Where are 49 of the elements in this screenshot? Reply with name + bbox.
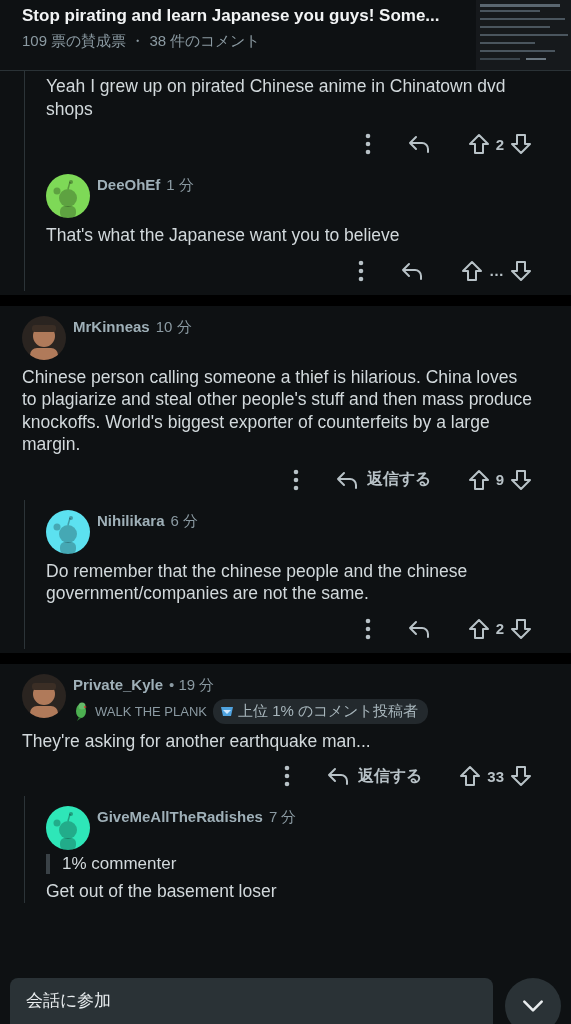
username[interactable]: MrKinneas xyxy=(73,317,150,335)
downvote-icon[interactable] xyxy=(509,616,533,641)
upvote-icon[interactable] xyxy=(466,132,491,156)
vote-count: 9 xyxy=(495,471,504,488)
avatar-icon[interactable] xyxy=(46,509,90,554)
username[interactable]: Nihilikara xyxy=(97,511,165,529)
comment-time: 1 分 xyxy=(166,176,194,195)
upvote-icon[interactable] xyxy=(466,616,491,641)
vote-count: 2 xyxy=(495,135,504,153)
username[interactable]: DeeOhEf xyxy=(97,176,161,193)
avatar-icon[interactable] xyxy=(46,174,90,218)
downvote-icon[interactable] xyxy=(509,258,533,283)
upvote-icon[interactable] xyxy=(466,467,491,492)
downvote-icon[interactable] xyxy=(509,132,533,156)
post-stats: 109 票の賛成票 ・ 38 件のコメント xyxy=(22,32,262,51)
post-title: Stop pirating and learn Japanese you guys! Some... xyxy=(22,5,440,26)
avatar-icon[interactable] xyxy=(46,806,90,850)
more-options-icon[interactable] xyxy=(284,765,291,787)
username[interactable]: Private_Kyle xyxy=(73,675,164,693)
bird-icon xyxy=(73,701,89,721)
comment-text: Chinese person calling someone a thief is hilarious. China loves to plagiarize and steal other people's stuff and then mass produce knockoffs. World's biggest exporter of counterfeits by a large margin. xyxy=(22,365,533,456)
more-options-icon[interactable] xyxy=(358,259,364,282)
reply-button[interactable]: 返信する xyxy=(326,764,423,788)
upvote-icon[interactable] xyxy=(460,258,484,283)
comment-text: Do remember that the chinese people and the chinese government/companies are not the same. xyxy=(46,559,469,605)
comment-text: Yeah I grew up on pirated Chinese anime in Chinatown dvd shops xyxy=(46,75,507,120)
comment-text: They're asking for another earthquake man... xyxy=(22,729,372,752)
more-options-icon[interactable] xyxy=(364,617,371,640)
vote-count: 33 xyxy=(487,767,504,785)
achievement-badge[interactable]: 上位 1% のコメント投稿者 xyxy=(213,698,428,724)
scroll-down-button[interactable] xyxy=(505,978,561,1024)
comment-time: 10 分 xyxy=(155,317,192,337)
quote-block: 1% commenter xyxy=(46,854,533,874)
comment-time: 7 分 xyxy=(268,808,297,827)
comment-time: • 19 分 xyxy=(169,675,215,695)
user-flair: WALK THE PLANK xyxy=(95,703,207,719)
upvote-icon[interactable] xyxy=(458,764,483,788)
username[interactable]: GiveMeAllTheRadishes xyxy=(97,808,263,825)
downvote-icon[interactable] xyxy=(509,764,533,788)
comment-text: Get out of the basement loser xyxy=(46,880,278,903)
reply-button[interactable]: 返信する xyxy=(334,467,431,492)
vote-count: 2 xyxy=(495,620,504,637)
comment-text: That's what the Japanese want you to believe xyxy=(46,224,401,247)
downvote-icon[interactable] xyxy=(509,467,533,492)
more-options-icon[interactable] xyxy=(364,133,371,155)
comment-time: 6 分 xyxy=(170,511,199,531)
vote-count: … xyxy=(489,262,504,279)
more-options-icon[interactable] xyxy=(292,468,299,491)
comment-input-field[interactable]: 会話に参加 xyxy=(10,978,493,1024)
